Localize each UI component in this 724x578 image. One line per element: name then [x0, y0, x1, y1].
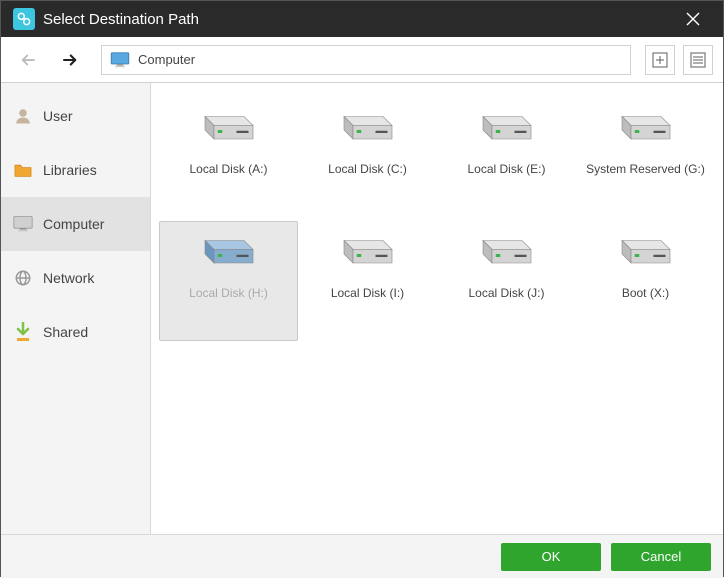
- breadcrumb-location: Computer: [138, 52, 195, 67]
- network-icon: [13, 268, 33, 288]
- sidebar-item-user[interactable]: User: [1, 89, 150, 143]
- drive-label: Local Disk (I:): [327, 286, 408, 300]
- drive-label: Local Disk (H:): [185, 286, 272, 300]
- drive-item[interactable]: Local Disk (A:): [159, 97, 298, 217]
- new-folder-button[interactable]: [645, 45, 675, 75]
- sidebar-item-computer[interactable]: Computer: [1, 197, 150, 251]
- drive-item[interactable]: Local Disk (C:): [298, 97, 437, 217]
- drive-item[interactable]: System Reserved (G:): [576, 97, 715, 217]
- sidebar-item-label: User: [43, 108, 73, 124]
- drive-label: Local Disk (A:): [185, 162, 271, 176]
- drive-grid: Local Disk (A:) Local Disk (C:) Local Di…: [151, 83, 723, 534]
- path-bar[interactable]: Computer: [101, 45, 631, 75]
- footer: OK Cancel: [1, 534, 723, 578]
- toolbar: Computer: [1, 37, 723, 83]
- drive-item[interactable]: Local Disk (I:): [298, 221, 437, 341]
- app-icon: [13, 8, 35, 30]
- sidebar-item-shared[interactable]: Shared: [1, 305, 150, 359]
- sidebar-item-libraries[interactable]: Libraries: [1, 143, 150, 197]
- drive-label: System Reserved (G:): [582, 162, 709, 176]
- computer-icon: [13, 214, 33, 234]
- sidebar-item-network[interactable]: Network: [1, 251, 150, 305]
- view-list-button[interactable]: [683, 45, 713, 75]
- sidebar-item-label: Computer: [43, 216, 104, 232]
- sidebar-item-label: Libraries: [43, 162, 97, 178]
- window-title: Select Destination Path: [43, 11, 673, 28]
- sidebar: User Libraries Computer Network Shared: [1, 83, 151, 534]
- libraries-icon: [13, 160, 33, 180]
- drive-item[interactable]: Local Disk (E:): [437, 97, 576, 217]
- drive-label: Boot (X:): [618, 286, 673, 300]
- user-icon: [13, 106, 33, 126]
- cancel-button[interactable]: Cancel: [611, 543, 711, 571]
- back-button[interactable]: [11, 45, 45, 75]
- sidebar-item-label: Shared: [43, 324, 88, 340]
- close-button[interactable]: [673, 1, 713, 37]
- title-bar: Select Destination Path: [1, 1, 723, 37]
- drive-label: Local Disk (J:): [464, 286, 548, 300]
- drive-item[interactable]: Local Disk (J:): [437, 221, 576, 341]
- ok-button[interactable]: OK: [501, 543, 601, 571]
- sidebar-item-label: Network: [43, 270, 94, 286]
- shared-icon: [13, 322, 33, 342]
- drive-label: Local Disk (C:): [324, 162, 411, 176]
- drive-item[interactable]: Boot (X:): [576, 221, 715, 341]
- drive-label: Local Disk (E:): [463, 162, 549, 176]
- drive-item[interactable]: Local Disk (H:): [159, 221, 298, 341]
- forward-button[interactable]: [53, 45, 87, 75]
- monitor-icon: [110, 52, 130, 68]
